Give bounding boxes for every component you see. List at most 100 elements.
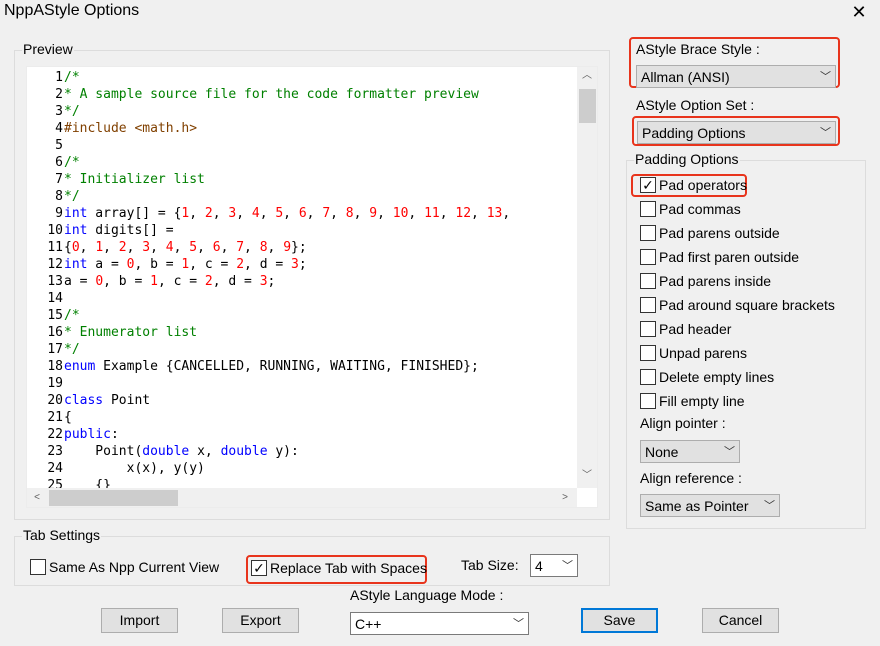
padding-option-label[interactable]: Pad first paren outside [659, 249, 799, 265]
padding-option-label[interactable]: Pad header [659, 321, 731, 337]
align-pointer-value: None [645, 444, 679, 460]
code-text: public: [64, 427, 119, 442]
code-line: 1/* [27, 69, 80, 86]
same-as-npp-label[interactable]: Same As Npp Current View [49, 559, 219, 575]
code-line: 7* Initializer list [27, 171, 205, 188]
code-text: {} [64, 478, 111, 488]
line-number: 2 [55, 87, 63, 102]
line-number: 19 [47, 376, 63, 391]
code-lines: 1/* 2* A sample source file for the code … [27, 67, 577, 488]
padding-option-label[interactable]: Unpad parens [659, 345, 747, 361]
align-pointer-select[interactable]: None ﹀ [640, 440, 740, 463]
chevron-down-icon: ﹀ [764, 500, 775, 512]
padding-option-checkbox[interactable] [640, 345, 656, 361]
code-line: 23 Point(double x, double y): [27, 443, 299, 460]
code-line: 11{0, 1, 2, 3, 4, 5, 6, 7, 8, 9}; [27, 239, 307, 256]
code-line: 18enum Example {CANCELLED, RUNNING, WAIT… [27, 358, 478, 375]
padding-option-checkbox[interactable] [640, 249, 656, 265]
padding-option-label[interactable]: Pad parens outside [659, 225, 780, 241]
code-line: 17*/ [27, 341, 80, 358]
code-line: 3*/ [27, 103, 80, 120]
code-text: */ [64, 342, 80, 357]
code-text: /* [64, 70, 80, 85]
padding-option-label[interactable]: Pad operators [659, 177, 747, 193]
code-line: 2* A sample source file for the code for… [27, 86, 479, 103]
line-number: 23 [47, 444, 63, 459]
code-line: 22public: [27, 426, 119, 443]
line-number: 17 [47, 342, 63, 357]
padding-option-checkbox[interactable] [640, 225, 656, 241]
code-text: /* [64, 308, 80, 323]
brace-style-value: Allman (ANSI) [641, 69, 730, 85]
code-line: 10int digits[] = [27, 222, 173, 239]
padding-option-checkbox[interactable] [640, 273, 656, 289]
language-mode-select[interactable]: C++ ﹀ [350, 612, 529, 635]
tab-size-select[interactable]: 4 ﹀ [530, 554, 578, 577]
line-number: 12 [47, 257, 63, 272]
horizontal-scroll-thumb[interactable] [49, 490, 178, 506]
scroll-down-icon[interactable]: ﹀ [577, 467, 597, 484]
code-text: Point(double x, double y): [64, 444, 299, 459]
option-set-select[interactable]: Padding Options ﹀ [637, 121, 836, 144]
code-text: #include <math.h> [64, 121, 198, 136]
save-button[interactable]: Save [581, 608, 658, 633]
brace-style-select[interactable]: Allman (ANSI) ﹀ [636, 65, 836, 88]
code-line: 9int array[] = {1, 2, 3, 4, 5, 6, 7, 8, … [27, 205, 510, 222]
padding-option-checkbox[interactable] [640, 297, 656, 313]
code-line: 12int a = 0, b = 1, c = 2, d = 3; [27, 256, 307, 273]
scroll-up-icon[interactable]: ︿ [577, 67, 597, 84]
code-text: a = 0, b = 1, c = 2, d = 3; [64, 274, 276, 289]
code-line: 13a = 0, b = 1, c = 2, d = 3; [27, 273, 275, 290]
export-button[interactable]: Export [222, 608, 299, 633]
code-preview[interactable]: 1/* 2* A sample source file for the code … [26, 66, 598, 508]
line-number: 9 [55, 206, 63, 221]
line-number: 5 [55, 138, 63, 153]
tab-size-label: Tab Size: [461, 557, 519, 573]
code-line: 6/* [27, 154, 79, 171]
scroll-right-icon[interactable]: > [557, 489, 573, 506]
align-reference-select[interactable]: Same as Pointer ﹀ [640, 494, 780, 517]
padding-option-checkbox[interactable] [640, 369, 656, 385]
line-number: 20 [47, 393, 63, 408]
close-icon[interactable]: ✕ [850, 2, 868, 22]
code-line: 8*/ [27, 188, 79, 205]
vertical-scrollbar[interactable]: ︿ ﹀ [577, 67, 597, 488]
padding-option-checkbox[interactable] [640, 321, 656, 337]
code-text: {0, 1, 2, 3, 4, 5, 6, 7, 8, 9}; [64, 240, 307, 255]
padding-option-label[interactable]: Pad commas [659, 201, 741, 217]
checkmark-icon: ✓ [253, 560, 265, 576]
code-text: x(x), y(y) [64, 461, 205, 476]
code-text: { [64, 410, 72, 425]
padding-option-label[interactable]: Fill empty line [659, 393, 745, 409]
align-reference-value: Same as Pointer [645, 498, 749, 514]
align-pointer-label: Align pointer : [640, 415, 726, 431]
checkmark-icon: ✓ [642, 177, 654, 193]
line-number: 6 [55, 155, 63, 170]
import-button[interactable]: Import [101, 608, 178, 633]
padding-option-label[interactable]: Delete empty lines [659, 369, 774, 385]
scroll-left-icon[interactable]: < [29, 489, 45, 506]
padding-option-label[interactable]: Pad around square brackets [659, 297, 835, 313]
same-as-npp-checkbox[interactable] [30, 559, 46, 575]
replace-tab-checkbox[interactable]: ✓ [251, 560, 267, 576]
preview-label: Preview [22, 41, 74, 57]
code-text: int a = 0, b = 1, c = 2, d = 3; [64, 257, 307, 272]
line-number: 4 [55, 121, 63, 136]
code-text: int array[] = {1, 2, 3, 4, 5, 6, 7, 8, 9… [64, 206, 511, 221]
align-reference-label: Align reference : [640, 470, 742, 486]
code-line: 19 [27, 375, 64, 392]
horizontal-scrollbar[interactable]: < > [27, 488, 577, 507]
replace-tab-label[interactable]: Replace Tab with Spaces [270, 560, 427, 576]
vertical-scroll-thumb[interactable] [579, 89, 596, 123]
padding-option-checkbox[interactable]: ✓ [640, 177, 656, 193]
tab-size-value: 4 [535, 558, 543, 574]
padding-option-label[interactable]: Pad parens inside [659, 273, 771, 289]
code-text: */ [64, 104, 80, 119]
line-number: 7 [55, 172, 63, 187]
padding-option-checkbox[interactable] [640, 393, 656, 409]
padding-option-checkbox[interactable] [640, 201, 656, 217]
cancel-button[interactable]: Cancel [702, 608, 779, 633]
tab-settings-label: Tab Settings [22, 527, 102, 543]
brace-style-label: AStyle Brace Style : [636, 41, 760, 57]
line-number: 24 [47, 461, 63, 476]
